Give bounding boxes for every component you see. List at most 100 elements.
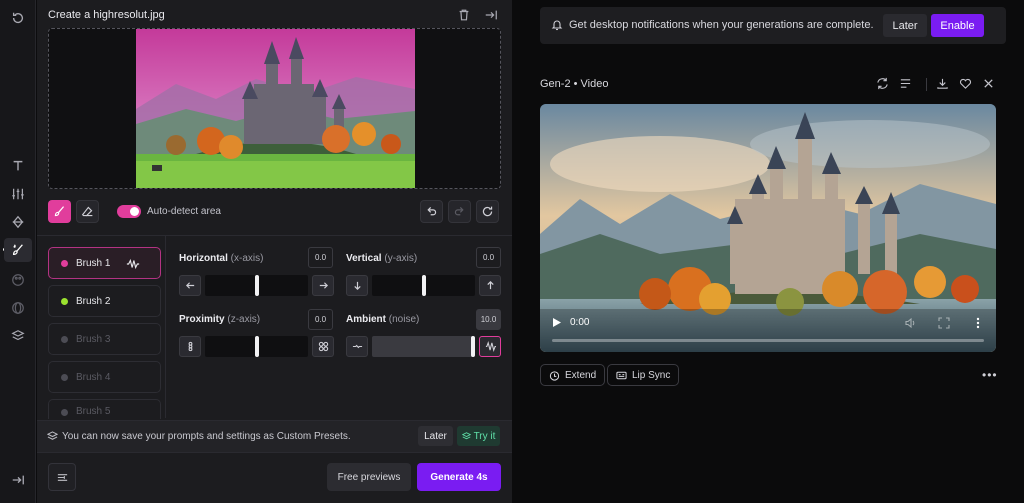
try-it-label: Try it: [473, 430, 496, 442]
text-tool-icon[interactable]: [8, 156, 28, 176]
ambient-slider[interactable]: [372, 336, 475, 357]
image-canvas[interactable]: [48, 28, 501, 189]
refresh-icon[interactable]: [876, 77, 890, 91]
horizontal-value[interactable]: 0.0: [308, 247, 333, 268]
camera-control-icon[interactable]: [8, 212, 28, 232]
details-icon[interactable]: [899, 77, 913, 91]
volume-icon[interactable]: [904, 317, 916, 329]
arrow-left-icon: [185, 282, 194, 289]
horizontal-label: Horizontal (x-axis): [179, 253, 264, 264]
horizontal-left-button[interactable]: [179, 275, 201, 296]
vertical-slider[interactable]: [372, 275, 475, 296]
dots-near-icon: [188, 341, 192, 352]
brush-color-dot: [61, 335, 68, 343]
brush-tool-button[interactable]: [48, 200, 71, 223]
video-controls: 0:00: [540, 309, 996, 352]
bell-icon: [551, 20, 563, 31]
vertical-up-button[interactable]: [479, 275, 501, 296]
video-time: 0:00: [570, 317, 590, 328]
slider-thumb[interactable]: [471, 336, 475, 357]
trash-icon[interactable]: [457, 8, 471, 22]
heart-icon[interactable]: [959, 77, 973, 91]
brush-1-item[interactable]: Brush 1: [48, 247, 161, 279]
collapse-panel-icon[interactable]: [484, 8, 498, 22]
banner-later-button[interactable]: Later: [883, 14, 927, 37]
horizontal-slider[interactable]: [205, 275, 308, 296]
brush-icon: [54, 206, 65, 217]
free-previews-button[interactable]: Free previews: [327, 463, 411, 491]
notice-text: You can now save your prompts and settin…: [62, 431, 351, 442]
eraser-tool-button[interactable]: [76, 200, 99, 223]
brush-label: Brush 5: [76, 406, 111, 417]
waveform-icon: [485, 341, 496, 352]
divider: [165, 236, 166, 418]
palette-icon[interactable]: [8, 270, 28, 290]
brush-5-item[interactable]: Brush 5: [48, 399, 161, 419]
vertical-label: Vertical (y-axis): [346, 253, 418, 264]
layers-icon: [47, 431, 58, 440]
slider-thumb[interactable]: [255, 336, 259, 357]
auto-detect-label: Auto-detect area: [147, 206, 221, 217]
video-progress-bar[interactable]: [552, 339, 984, 342]
lip-sync-label: Lip Sync: [632, 369, 671, 381]
proximity-slider[interactable]: [205, 336, 308, 357]
proximity-near-button[interactable]: [179, 336, 201, 357]
arrow-down-icon: [353, 281, 361, 291]
proximity-label: Proximity (z-axis): [179, 314, 261, 325]
horizontal-right-button[interactable]: [312, 275, 334, 296]
enable-notifications-button[interactable]: Enable: [931, 14, 984, 37]
extend-button[interactable]: Extend: [540, 364, 606, 386]
brush-color-dot: [61, 373, 68, 381]
ambient-low-button[interactable]: [346, 336, 368, 357]
castle-image: [136, 29, 415, 188]
divider: [926, 78, 927, 91]
lip-sync-button[interactable]: Lip Sync: [607, 364, 680, 386]
generate-button[interactable]: Generate 4s: [417, 463, 501, 491]
expand-panel-icon[interactable]: [8, 470, 28, 490]
brush-2-item[interactable]: Brush 2: [48, 285, 161, 317]
motion-brush-icon[interactable]: [4, 238, 32, 262]
vertical-down-button[interactable]: [346, 275, 368, 296]
redo-button[interactable]: [448, 200, 471, 223]
sliders-icon[interactable]: [8, 184, 28, 204]
output-panel: Get desktop notifications when your gene…: [512, 0, 1024, 503]
video-title: Gen-2 • Video: [540, 78, 609, 90]
slider-thumb[interactable]: [255, 275, 259, 296]
brush-label: Brush 4: [76, 371, 111, 383]
ambient-label: Ambient (noise): [346, 314, 420, 325]
redo-icon: [454, 207, 464, 216]
notice-later-button[interactable]: Later: [418, 426, 453, 446]
undo-button[interactable]: [420, 200, 443, 223]
close-icon[interactable]: [982, 77, 996, 91]
brush-4-item[interactable]: Brush 4: [48, 361, 161, 393]
auto-detect-toggle[interactable]: [117, 205, 141, 218]
history-icon[interactable]: [8, 8, 28, 28]
ambient-value[interactable]: 10.0: [476, 309, 501, 330]
download-icon[interactable]: [936, 77, 950, 91]
arrow-right-icon: [319, 282, 328, 289]
brush-3-item[interactable]: Brush 3: [48, 323, 161, 355]
video-player[interactable]: 0:00: [540, 104, 996, 352]
brush-color-dot: [61, 259, 68, 267]
vertical-value[interactable]: 0.0: [476, 247, 501, 268]
more-options-icon[interactable]: •••: [982, 368, 998, 382]
reset-icon: [482, 206, 493, 217]
flat-wave-icon: [352, 344, 362, 349]
undo-icon: [427, 207, 437, 216]
ambient-high-button[interactable]: [479, 336, 501, 357]
layers-icon[interactable]: [8, 326, 28, 346]
layers-icon: [461, 431, 471, 439]
slider-thumb[interactable]: [422, 275, 426, 296]
more-vertical-icon[interactable]: [972, 317, 984, 329]
try-it-button[interactable]: Try it: [457, 426, 500, 446]
reset-button[interactable]: [476, 200, 499, 223]
proximity-far-button[interactable]: [312, 336, 334, 357]
proximity-value[interactable]: 0.0: [308, 309, 333, 330]
sphere-icon[interactable]: [8, 298, 28, 318]
panel-title: Create a highresolut.jpg: [48, 9, 165, 21]
settings-button[interactable]: [48, 463, 76, 491]
extend-icon: [549, 370, 560, 381]
fullscreen-icon[interactable]: [938, 317, 950, 329]
play-icon[interactable]: [552, 317, 562, 328]
waveform-icon: [126, 258, 140, 270]
